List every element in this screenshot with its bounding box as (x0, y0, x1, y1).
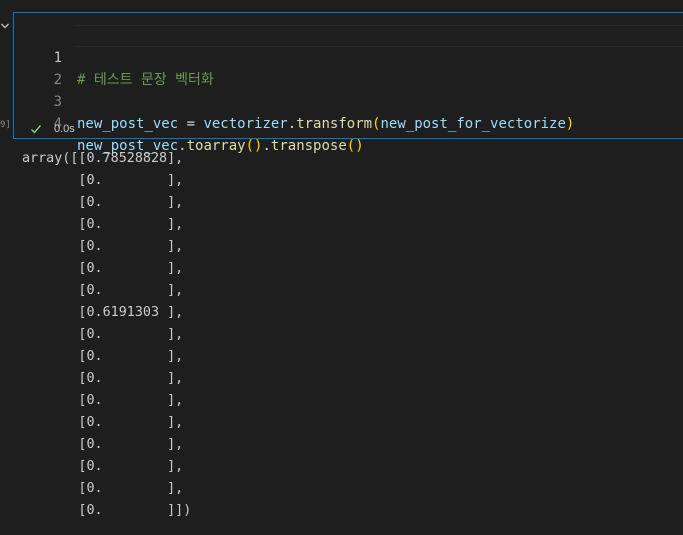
output-line: [0. ], (22, 173, 184, 188)
code-line-1[interactable]: 1 # 테스트 문장 벡터화 (14, 25, 683, 88)
chevron-down-icon[interactable] (0, 16, 10, 29)
output-line: [0. ]]) (22, 503, 192, 518)
code-line-3[interactable]: 3 new_post_vec = vectorizer.transform(ne… (14, 69, 683, 132)
code-token-op: . (262, 138, 271, 154)
output-line: [0. ], (22, 349, 184, 364)
output-line: [0. ], (22, 261, 184, 276)
output-line: [0. ], (22, 195, 184, 210)
execution-count: 9] (0, 120, 11, 130)
output-line: [0. ], (22, 283, 184, 298)
output-line: [0. ], (22, 217, 184, 232)
output-line: [0. ], (22, 393, 184, 408)
check-icon (30, 123, 42, 135)
code-token-paren: () (245, 138, 263, 154)
output-line: [0. ], (22, 459, 184, 474)
code-token-fn: toarray (186, 138, 246, 154)
code-line-4[interactable]: 4 new_post_vec.toarray().transpose() (14, 91, 683, 154)
output-line: [0.6191303 ], (22, 305, 184, 320)
code-token-fn: transpose (270, 138, 347, 154)
output-line: [0. ], (22, 327, 184, 342)
output-line: [0. ], (22, 415, 184, 430)
output-line: [0. ], (22, 239, 184, 254)
cell-output: array([[0.78528828], [0. ], [0. ], [0. ]… (22, 148, 191, 522)
output-line: array([[0.78528828], (22, 151, 184, 166)
output-line: [0. ], (22, 481, 184, 496)
output-line: [0. ], (22, 371, 184, 386)
output-line: [0. ], (22, 437, 184, 452)
code-line-2[interactable]: 2 (14, 47, 683, 88)
code-token-paren: () (346, 138, 364, 154)
code-cell[interactable]: 1 # 테스트 문장 벡터화 2 3 new_post_vec = vector… (13, 12, 683, 154)
cell-status-bar: 0.0s (14, 120, 683, 138)
execution-time: 0.0s (54, 123, 75, 135)
code-editor[interactable]: 1 # 테스트 문장 벡터화 2 3 new_post_vec = vector… (14, 13, 683, 154)
notebook-view: 9] 1 # 테스트 문장 벡터화 2 3 new_post_vec = vec… (0, 0, 683, 535)
